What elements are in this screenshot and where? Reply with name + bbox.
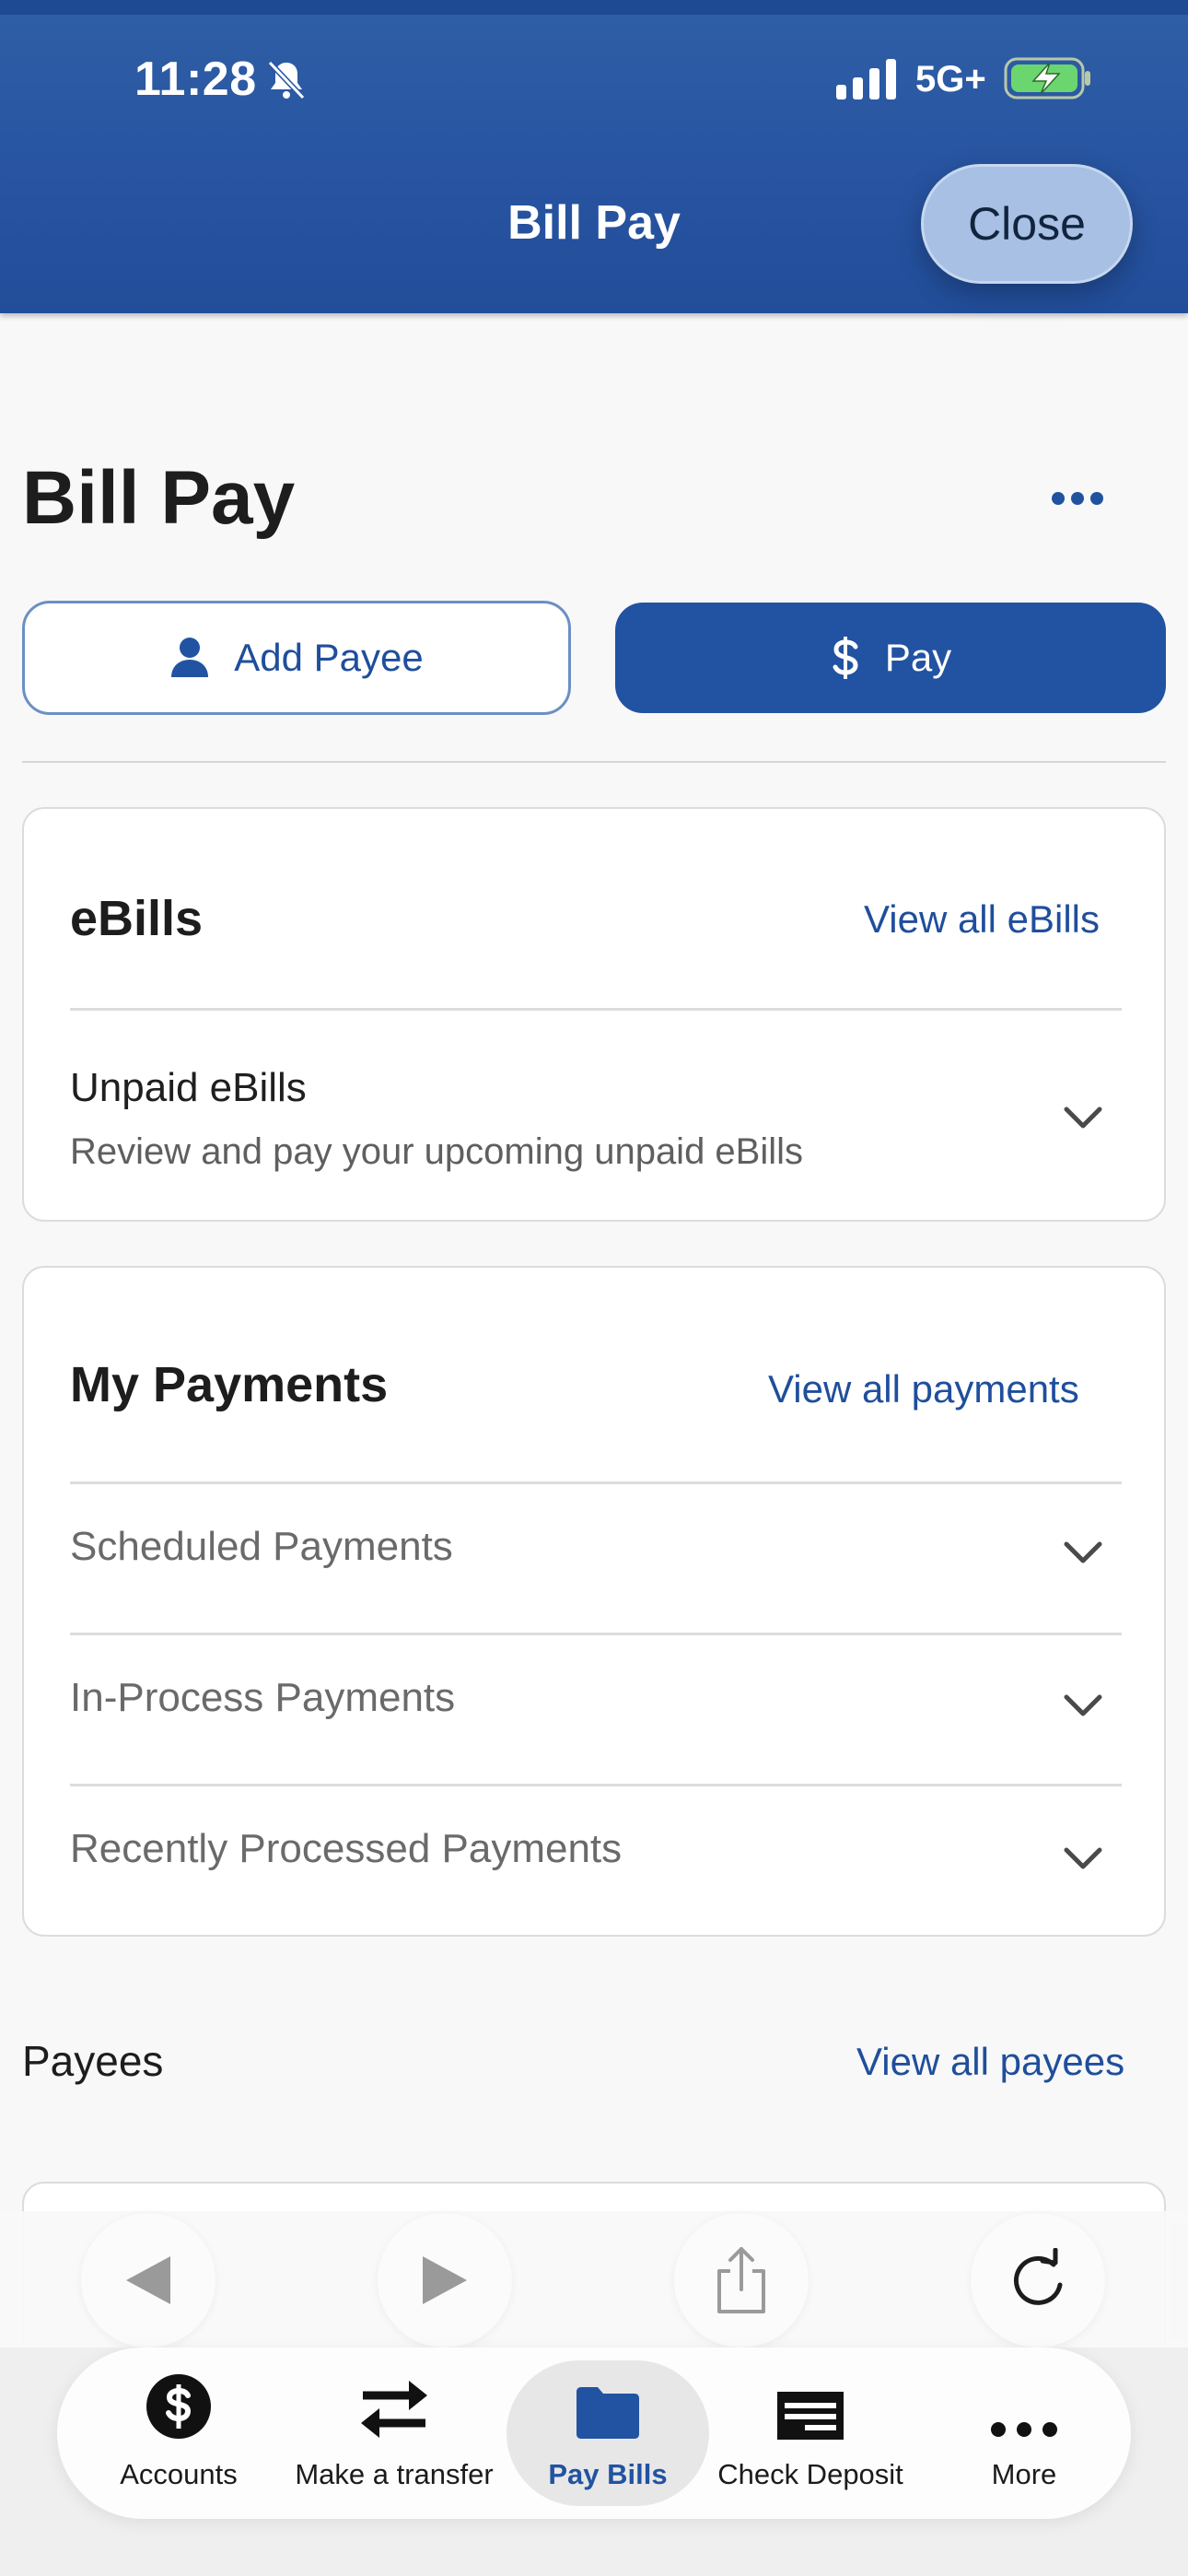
- tab-more[interactable]: More: [960, 2348, 1089, 2519]
- bottom-tab-bar: Accounts Make a transfer Pay Bills Check…: [57, 2348, 1131, 2519]
- ebills-card: eBills View all eBills Unpaid eBills Rev…: [22, 807, 1166, 1222]
- folder-icon: [575, 2348, 641, 2440]
- chevron-down-icon: [1064, 1541, 1102, 1563]
- transfer-arrows-icon: [359, 2348, 429, 2440]
- dollar-circle-icon: [146, 2348, 212, 2440]
- my-payments-card: My Payments View all payments Scheduled …: [22, 1266, 1166, 1937]
- battery-charging-icon: [1004, 57, 1090, 100]
- view-all-ebills-link[interactable]: View all eBills: [864, 897, 1100, 942]
- payment-row-label: Recently Processed Payments: [70, 1826, 623, 1871]
- back-arrow-icon: [126, 2256, 170, 2304]
- reload-icon: [1013, 2248, 1063, 2305]
- dollar-icon: [830, 635, 861, 681]
- view-all-payees-link[interactable]: View all payees: [856, 2040, 1124, 2084]
- chevron-down-icon: [1064, 1694, 1102, 1716]
- person-icon: [169, 637, 210, 679]
- chevron-down-icon: [1064, 1847, 1102, 1869]
- more-dots-icon: [989, 2348, 1059, 2440]
- unpaid-ebills-title: Unpaid eBills: [70, 1065, 307, 1110]
- page-title: Bill Pay: [22, 456, 296, 540]
- share-button[interactable]: [674, 2213, 809, 2348]
- tab-label: Make a transfer: [295, 2458, 494, 2490]
- bill-pay-screen: 11:28 5G+ Bill Pay Close Bill Pay Add Pa…: [0, 0, 1188, 2576]
- my-payments-title: My Payments: [70, 1357, 389, 1412]
- close-button[interactable]: Close: [921, 164, 1133, 284]
- back-button[interactable]: [81, 2213, 215, 2348]
- ebills-title: eBills: [70, 891, 204, 946]
- tab-accounts[interactable]: Accounts: [96, 2348, 262, 2519]
- share-icon: [717, 2247, 765, 2313]
- tab-label: Accounts: [120, 2458, 238, 2490]
- section-divider: [22, 761, 1166, 763]
- tab-check-deposit[interactable]: Check Deposit: [709, 2348, 912, 2519]
- forward-arrow-icon: [423, 2256, 467, 2304]
- view-all-payments-link[interactable]: View all payments: [768, 1367, 1079, 1411]
- forward-button[interactable]: [378, 2213, 512, 2348]
- tab-pay-bills[interactable]: Pay Bills: [516, 2348, 700, 2519]
- add-payee-button[interactable]: Add Payee: [22, 601, 571, 715]
- more-options-icon[interactable]: [1052, 492, 1103, 507]
- signal-icon: [836, 59, 896, 100]
- payment-row-label: Scheduled Payments: [70, 1524, 453, 1569]
- reload-button[interactable]: [971, 2213, 1105, 2348]
- network-label: 5G+: [915, 59, 986, 100]
- payees-title: Payees: [22, 2037, 164, 2085]
- add-payee-label: Add Payee: [234, 636, 424, 679]
- chevron-down-icon: [1064, 1107, 1102, 1129]
- pay-label: Pay: [884, 636, 952, 679]
- unpaid-ebills-subtitle: Review and pay your upcoming unpaid eBil…: [70, 1131, 804, 1172]
- tab-make-a-transfer[interactable]: Make a transfer: [284, 2348, 505, 2519]
- tab-label: Pay Bills: [548, 2458, 668, 2490]
- tab-label: Check Deposit: [717, 2458, 903, 2490]
- header-bar: 11:28 5G+ Bill Pay Close: [0, 0, 1188, 313]
- check-icon: [777, 2348, 844, 2440]
- tab-label: More: [991, 2458, 1057, 2490]
- bell-muted-icon: [267, 60, 306, 100]
- pay-button[interactable]: Pay: [615, 603, 1166, 713]
- payment-row-label: In-Process Payments: [70, 1675, 456, 1720]
- status-time: 11:28: [134, 53, 257, 106]
